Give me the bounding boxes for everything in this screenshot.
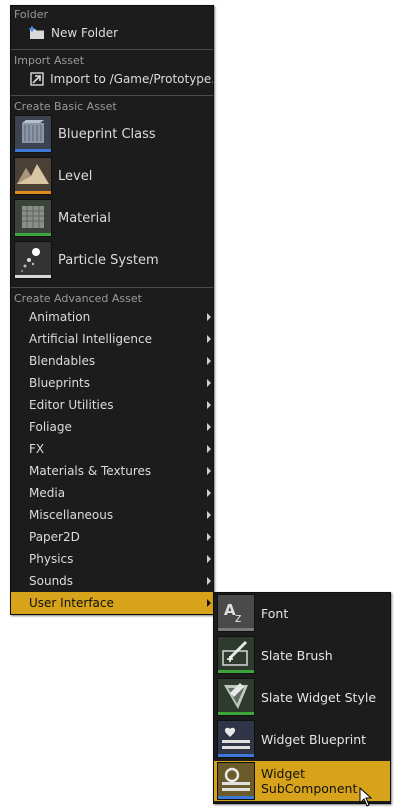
menu-item-artificial-intelligence[interactable]: Artificial Intelligence (11, 328, 213, 350)
section-header-create-advanced-asset: Create Advanced Asset (14, 292, 142, 305)
slate-brush-label: Slate Brush (261, 647, 333, 663)
import-label: Import to /Game/Prototype... (50, 72, 213, 86)
submenu-item-slate-widget-style[interactable]: Slate Widget Style (214, 677, 390, 717)
material-icon (14, 199, 52, 237)
editor-utilities-label: Editor Utilities (29, 398, 114, 412)
fx-label: FX (29, 442, 45, 456)
particle-system-icon (14, 241, 52, 279)
miscellaneous-label: Miscellaneous (29, 508, 114, 522)
svg-text:z: z (235, 611, 241, 625)
submenu-arrow-icon (207, 555, 211, 563)
blendables-label: Blendables (29, 354, 96, 368)
menu-item-blueprints[interactable]: Blueprints (11, 372, 213, 394)
divider (11, 95, 213, 96)
widget-blueprint-icon (217, 720, 255, 758)
submenu-item-font[interactable]: A z Font (214, 593, 390, 633)
paper2d-label: Paper2D (29, 530, 80, 544)
submenu-arrow-icon (207, 489, 211, 497)
section-header-folder: Folder (14, 8, 48, 21)
blueprint-class-icon (14, 115, 52, 153)
menu-item-paper2d[interactable]: Paper2D (11, 526, 213, 548)
submenu-arrow-icon (207, 511, 211, 519)
sounds-label: Sounds (29, 574, 74, 588)
widget-subcomponent-icon (217, 762, 255, 800)
widget-blueprint-label: Widget Blueprint (261, 731, 367, 747)
submenu-arrow-icon (207, 379, 211, 387)
submenu-arrow-icon (207, 335, 211, 343)
section-header-import-asset: Import Asset (14, 54, 85, 67)
mouse-cursor-icon (359, 786, 373, 810)
import-icon (29, 71, 44, 87)
blueprints-label: Blueprints (29, 376, 91, 390)
menu-item-animation[interactable]: Animation (11, 306, 213, 328)
create-asset-context-menu: Folder New Folder Import Asset Import to… (10, 5, 214, 615)
media-label: Media (29, 486, 66, 500)
menu-item-materials-textures[interactable]: Materials & Textures (11, 460, 213, 482)
submenu-arrow-icon (207, 467, 211, 475)
section-header-create-basic-asset: Create Basic Asset (14, 100, 117, 113)
menu-item-fx[interactable]: FX (11, 438, 213, 460)
level-label: Level (58, 168, 93, 184)
physics-label: Physics (29, 552, 74, 566)
particle-system-label: Particle System (58, 252, 159, 268)
slate-brush-icon (217, 636, 255, 674)
menu-item-blendables[interactable]: Blendables (11, 350, 213, 372)
font-icon: A z (217, 594, 255, 632)
menu-item-particle-system[interactable]: Particle System (11, 240, 213, 280)
font-label: Font (261, 605, 289, 621)
material-label: Material (58, 210, 111, 226)
menu-item-sounds[interactable]: Sounds (11, 570, 213, 592)
menu-item-user-interface[interactable]: User Interface (11, 592, 213, 614)
new-folder-icon (29, 25, 45, 41)
submenu-arrow-icon (207, 533, 211, 541)
submenu-arrow-icon (207, 357, 211, 365)
submenu-item-slate-brush[interactable]: Slate Brush (214, 635, 390, 675)
divider (11, 287, 213, 288)
menu-item-miscellaneous[interactable]: Miscellaneous (11, 504, 213, 526)
submenu-arrow-icon (207, 599, 211, 607)
foliage-label: Foliage (29, 420, 72, 434)
menu-item-foliage[interactable]: Foliage (11, 416, 213, 438)
submenu-arrow-icon (207, 577, 211, 585)
submenu-arrow-icon (207, 445, 211, 453)
level-icon (14, 157, 52, 195)
submenu-item-widget-blueprint[interactable]: Widget Blueprint (214, 719, 390, 759)
animation-label: Animation (29, 310, 91, 324)
menu-item-level[interactable]: Level (11, 156, 213, 196)
menu-item-material[interactable]: Material (11, 198, 213, 238)
submenu-arrow-icon (207, 313, 211, 321)
user-interface-submenu: A z Font Slate Brush Slate Widget Style … (213, 592, 391, 804)
slate-widget-style-label: Slate Widget Style (261, 689, 377, 705)
new-folder-label: New Folder (51, 26, 119, 40)
menu-item-media[interactable]: Media (11, 482, 213, 504)
menu-item-physics[interactable]: Physics (11, 548, 213, 570)
slate-widget-style-icon (217, 678, 255, 716)
menu-item-import[interactable]: Import to /Game/Prototype... (11, 68, 213, 90)
submenu-arrow-icon (207, 423, 211, 431)
menu-item-new-folder[interactable]: New Folder (11, 22, 213, 44)
blueprint-class-label: Blueprint Class (58, 126, 156, 142)
menu-item-editor-utilities[interactable]: Editor Utilities (11, 394, 213, 416)
artificial-intelligence-label: Artificial Intelligence (29, 332, 152, 346)
user-interface-label: User Interface (29, 596, 114, 610)
divider (11, 49, 213, 50)
materials-textures-label: Materials & Textures (29, 464, 152, 478)
submenu-arrow-icon (207, 401, 211, 409)
menu-item-blueprint-class[interactable]: Blueprint Class (11, 114, 213, 154)
